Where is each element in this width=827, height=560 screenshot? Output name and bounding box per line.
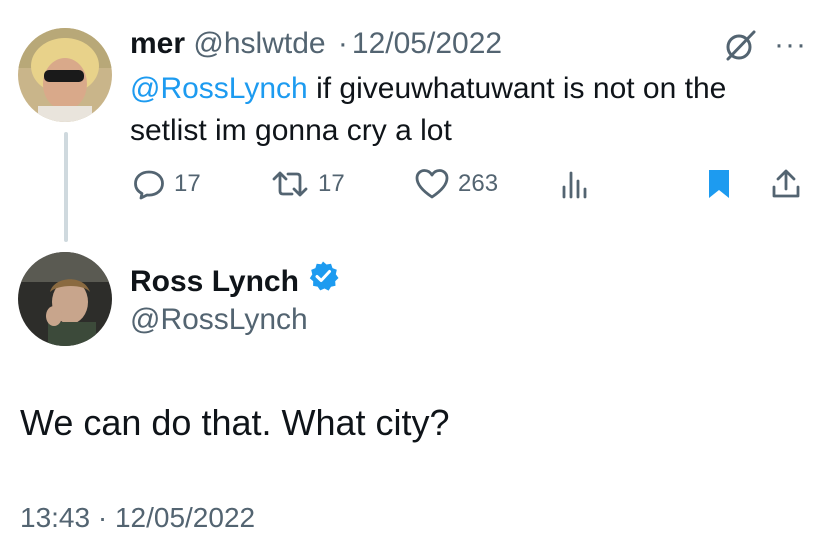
mention-link[interactable]: @RossLynch xyxy=(130,72,308,105)
views-button[interactable] xyxy=(560,162,590,206)
author-handle[interactable]: @RossLynch xyxy=(130,300,308,340)
reply-button[interactable]: 17 xyxy=(132,162,201,206)
bookmark-icon xyxy=(709,170,729,198)
reply-avatar[interactable] xyxy=(18,28,112,122)
grok-icon[interactable] xyxy=(722,26,760,64)
reply-header: mer @hslwtde · 12/05/2022 xyxy=(130,24,502,64)
reply-icon xyxy=(134,170,164,200)
views-icon xyxy=(562,171,587,199)
repost-count: 17 xyxy=(318,170,345,197)
author-name-text: Ross Lynch xyxy=(130,264,299,298)
repost-icon xyxy=(272,171,308,197)
repost-button[interactable]: 17 xyxy=(270,162,345,206)
thread-line xyxy=(64,132,68,242)
reply-action-bar: 17 17 263 xyxy=(130,162,810,206)
bookmark-button[interactable] xyxy=(704,162,734,206)
share-icon xyxy=(772,169,800,198)
tweet-text: We can do that. What city? xyxy=(20,402,450,443)
reply-count: 17 xyxy=(174,170,201,197)
tweet-timestamp[interactable]: 13:43 · 12/05/2022 xyxy=(20,498,255,538)
like-button[interactable]: 263 xyxy=(414,162,498,206)
author-avatar[interactable] xyxy=(18,252,112,346)
reply-top-icons: ··· xyxy=(722,26,807,64)
reply-author-handle[interactable]: @hslwtde xyxy=(193,27,325,60)
reply-date[interactable]: 12/05/2022 xyxy=(352,27,502,60)
share-button[interactable] xyxy=(770,162,802,206)
separator-dot: · xyxy=(337,27,348,60)
like-count: 263 xyxy=(458,170,499,197)
reply-text: @RossLynch if giveuwhatuwant is not on t… xyxy=(130,68,790,152)
author-name[interactable]: Ross Lynch xyxy=(130,260,339,303)
reply-author-name[interactable]: mer xyxy=(130,27,185,60)
verified-badge-icon[interactable] xyxy=(307,260,339,303)
heart-icon xyxy=(415,169,449,199)
more-options-icon[interactable]: ··· xyxy=(774,30,807,60)
